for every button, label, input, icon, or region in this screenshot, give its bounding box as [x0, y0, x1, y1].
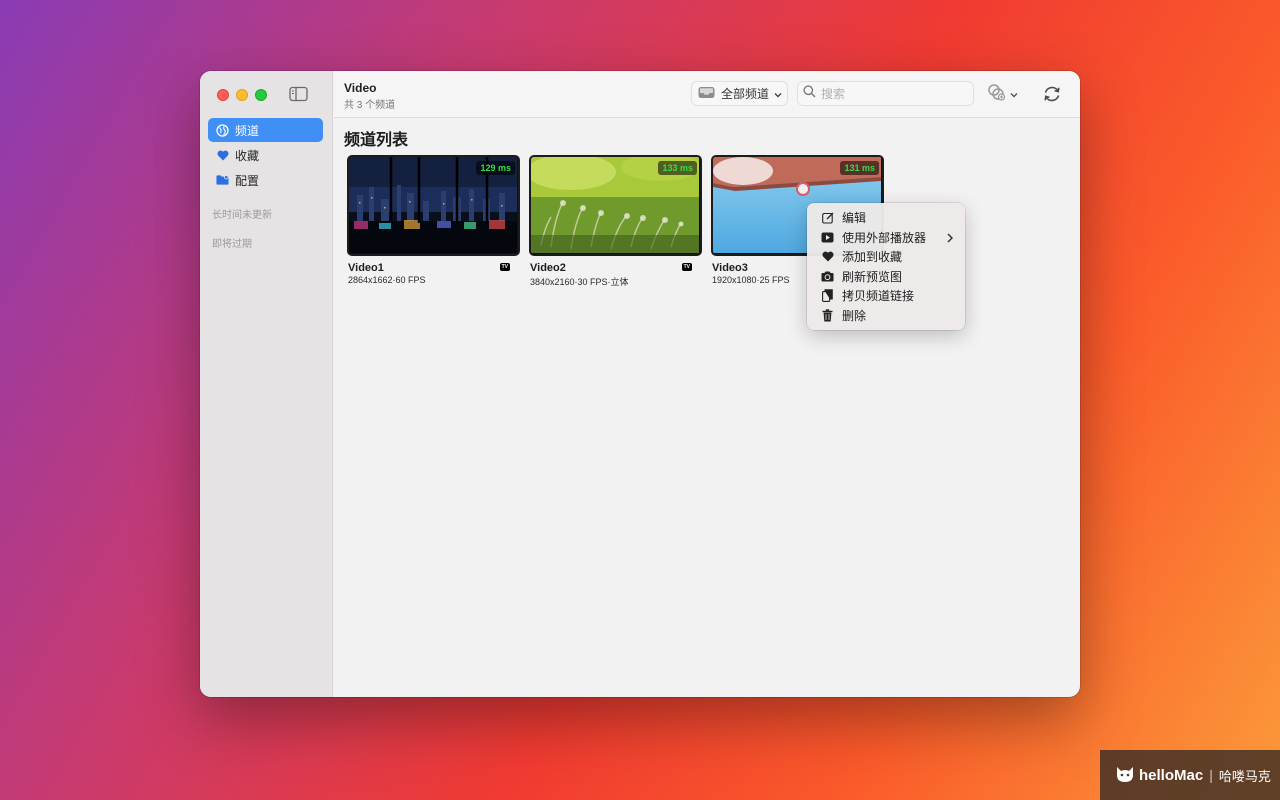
menu-item-add-favorite[interactable]: 添加到收藏 [807, 247, 965, 267]
menu-item-edit[interactable]: 编辑 [807, 208, 965, 228]
main-content: Video 共 3 个频道 全部频道 搜索 频道列表 129 ms Video1… [334, 71, 1080, 697]
channel-thumbnail[interactable]: 133 ms [529, 155, 702, 256]
channel-filter-select[interactable]: 全部频道 [691, 81, 788, 106]
chevron-down-icon [774, 87, 782, 101]
sidebar-nav: 频道 收藏 配置 [208, 118, 323, 193]
menu-item-external-player[interactable]: 使用外部播放器 [807, 228, 965, 248]
channel-name: Video2 [530, 262, 566, 274]
menu-item-refresh-preview[interactable]: 刷新预览图 [807, 267, 965, 287]
page-title: 频道列表 [344, 132, 409, 149]
menu-item-label: 编辑 [842, 211, 867, 226]
channel-filter-value: 全部频道 [721, 87, 770, 101]
toolbar: Video 共 3 个频道 全部频道 [334, 71, 1080, 118]
latency-badge: 133 ms [658, 161, 697, 175]
channel-count: 共 3 个频道 [344, 100, 396, 111]
tv-badge: TV [499, 263, 510, 271]
sidebar-item-favorites[interactable]: 收藏 [208, 143, 323, 167]
sidebar-toggle-icon[interactable] [289, 86, 308, 102]
search-field[interactable] [797, 81, 974, 106]
app-window: 频道 收藏 配置 长时间未更新 即将过期 Video 共 3 个频道 全部频道 … [200, 71, 1080, 697]
window-controls [217, 89, 267, 101]
search-icon [803, 84, 816, 103]
search-input[interactable] [821, 86, 961, 101]
sidebar-item-config[interactable]: 配置 [208, 168, 323, 192]
context-menu: 编辑 使用外部播放器 添加到收藏 刷新预览图 拷贝频道链接 删除 [807, 203, 965, 330]
tv-badge: TV [681, 263, 692, 271]
channel-thumbnail[interactable]: 129 ms [347, 155, 520, 256]
channel-meta: 2864x1662·60 FPS [348, 275, 426, 285]
window-title: Video [344, 81, 377, 95]
camera-icon [821, 270, 834, 283]
sidebar-item-label: 频道 [235, 123, 260, 138]
menu-item-copy-link[interactable]: 拷贝频道链接 [807, 286, 965, 306]
tray-icon [698, 86, 715, 102]
copy-icon [821, 289, 834, 303]
chevron-right-icon [947, 232, 954, 246]
watermark: helloMac | 哈喽马克 [1100, 750, 1280, 800]
link-menu-button[interactable] [987, 83, 1023, 106]
section-stale[interactable]: 长时间未更新 [212, 206, 272, 221]
menu-item-label: 添加到收藏 [842, 250, 903, 265]
link-icon [987, 83, 1007, 106]
watermark-separator: | [1209, 767, 1213, 783]
menu-item-label: 拷贝频道链接 [842, 289, 915, 304]
heart-icon [821, 250, 834, 263]
sidebar-item-label: 配置 [235, 173, 260, 188]
zoom-window-button[interactable] [255, 89, 267, 101]
trash-icon [821, 309, 834, 322]
channel-meta: 3840x2160·30 FPS·立体 [530, 277, 629, 287]
menu-item-label: 删除 [842, 308, 867, 323]
close-window-button[interactable] [217, 89, 229, 101]
cat-logo-icon [1115, 765, 1135, 786]
menu-item-label: 刷新预览图 [842, 269, 903, 284]
watermark-cn: 哈喽马克 [1218, 768, 1271, 784]
menu-item-delete[interactable]: 删除 [807, 306, 965, 326]
sidebar-item-label: 收藏 [235, 148, 260, 163]
watermark-brand: helloMac [1139, 766, 1204, 784]
play-icon [821, 231, 834, 244]
latency-badge: 131 ms [840, 161, 879, 175]
minimize-window-button[interactable] [236, 89, 248, 101]
latency-badge: 129 ms [476, 161, 515, 175]
folder-icon [216, 174, 229, 187]
channel-name: Video1 [348, 262, 384, 274]
chevron-down-icon [1010, 85, 1018, 103]
channel-card[interactable]: 129 ms Video1 TV 2864x1662·60 FPS [347, 155, 520, 285]
section-expiring[interactable]: 即将过期 [212, 235, 252, 250]
refresh-icon[interactable] [1041, 83, 1063, 105]
channel-card[interactable]: 133 ms Video2 TV 3840x2160·30 FPS·立体 [529, 155, 702, 288]
globe-icon [216, 123, 229, 137]
sidebar-item-channels[interactable]: 频道 [208, 118, 323, 142]
menu-item-label: 使用外部播放器 [842, 230, 927, 245]
edit-icon [821, 211, 834, 224]
sidebar: 频道 收藏 配置 长时间未更新 即将过期 [200, 71, 333, 697]
heart-icon [216, 149, 229, 162]
